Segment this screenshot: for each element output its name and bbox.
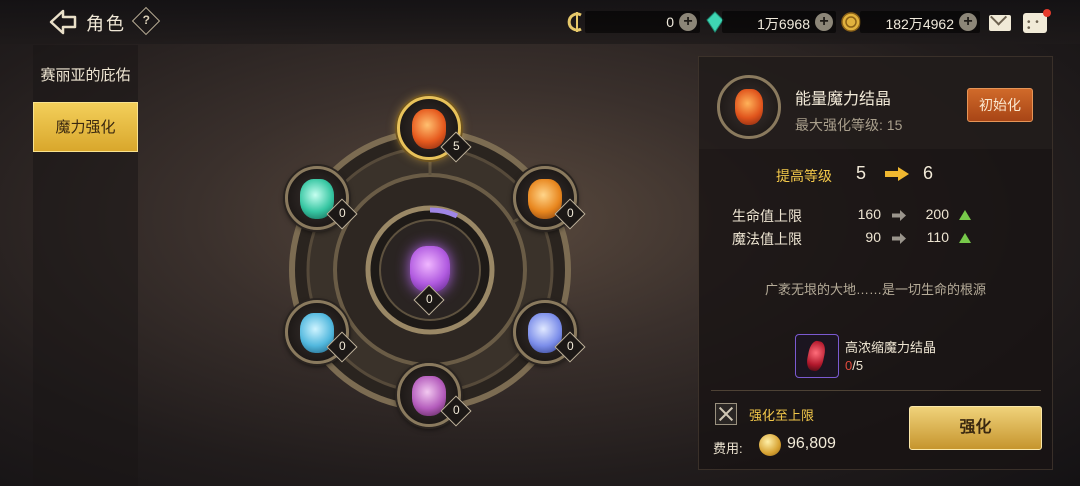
upgrade-label: 提高等级 (776, 168, 832, 184)
arrow-right-icon (885, 167, 909, 181)
add-gold-button[interactable]: + (959, 13, 977, 31)
crystal-currency-field: 0 + (585, 11, 700, 33)
enhance-button[interactable]: 强化 (909, 406, 1042, 450)
slot-level-value: 0 (339, 339, 346, 354)
arrow-right-icon (892, 233, 906, 244)
slot-level-value: 0 (567, 339, 574, 354)
material-name: 高浓缩魔力结晶 (845, 340, 937, 355)
stat-name: 魔法值上限 (732, 231, 802, 247)
top-bar: 角色 ? 0 + 1万6968 + 182万4962 + • • • (0, 0, 1080, 44)
stat-current: 160 (857, 206, 881, 222)
cost-value: 96,809 (787, 435, 836, 452)
red-crystal-icon (805, 339, 827, 373)
flavor-text: 广袤无垠的大地……是一切生命的根源 (764, 282, 986, 297)
selected-item-icon (717, 75, 781, 139)
detail-panel: 能量魔力结晶 最大强化等级: 15 初始化 提高等级 5 6 生命值上限 160… (698, 56, 1053, 470)
level-upgrade-row: 提高等级 5 6 (699, 159, 1052, 189)
gold-currency-field: 182万4962 + (860, 11, 980, 33)
material-need: /5 (852, 358, 864, 373)
slot-level-value: 0 (339, 206, 346, 221)
page-title: 角色 (86, 14, 126, 34)
add-gem-button[interactable]: + (815, 13, 833, 31)
crystal-currency-value: 0 (666, 14, 674, 30)
notification-dot (1043, 9, 1051, 17)
increase-arrow-icon (959, 210, 971, 220)
enhance-wheel: 0 5 0 0 0 0 0 (285, 96, 586, 427)
current-level: 5 (856, 163, 867, 183)
slot-level-value: 0 (567, 206, 574, 221)
cost-label: 费用: (713, 441, 743, 456)
gold-currency-value: 182万4962 (885, 16, 954, 32)
sidebar-item-magic-enhance[interactable]: 魔力强化 (33, 102, 138, 152)
chat-icon[interactable]: • • • (1023, 9, 1051, 34)
gem-currency-field: 1万6968 + (722, 11, 836, 33)
material-icon[interactable] (795, 334, 839, 378)
stat-current: 90 (865, 229, 881, 245)
detail-header: 能量魔力结晶 最大强化等级: 15 初始化 (699, 57, 1052, 149)
gold-coin-icon (759, 434, 781, 456)
add-crystal-button[interactable]: + (679, 13, 697, 31)
slot-level-value: 0 (453, 403, 460, 418)
stat-row: 魔法值上限 90 110 (699, 229, 1052, 251)
divider (711, 390, 1041, 391)
arrow-right-icon (892, 210, 906, 221)
help-button[interactable]: ? (131, 6, 161, 36)
mail-icon[interactable] (989, 15, 1011, 31)
next-level: 6 (923, 163, 934, 183)
sidebar-item-blessing[interactable]: 赛丽亚的庇佑 (33, 51, 138, 101)
center-level-value: 0 (426, 292, 433, 307)
material-count: 0/5 (845, 358, 863, 373)
stat-next: 200 (925, 206, 949, 222)
gold-coin-icon (841, 12, 861, 32)
help-icon: ? (142, 13, 151, 28)
stat-name: 生命值上限 (732, 208, 802, 224)
orange-crystal-icon (412, 109, 446, 149)
stat-row: 生命值上限 160 200 (699, 206, 1052, 228)
item-name: 能量魔力结晶 (795, 91, 892, 108)
enhance-to-max-checkbox[interactable] (715, 403, 737, 425)
gem-currency-value: 1万6968 (757, 16, 810, 32)
reset-button[interactable]: 初始化 (967, 88, 1033, 122)
back-arrow-icon[interactable] (48, 8, 78, 36)
increase-arrow-icon (959, 233, 971, 243)
orange-crystal-icon (735, 89, 763, 125)
slot-level-value: 5 (453, 139, 460, 154)
sidebar: 赛丽亚的庇佑 魔力强化 (33, 45, 138, 486)
item-max-level: 最大强化等级: 15 (795, 117, 903, 133)
crystal-currency-icon (567, 12, 582, 32)
stat-next: 110 (926, 229, 949, 245)
enhance-to-max-label: 强化至上限 (749, 408, 815, 423)
